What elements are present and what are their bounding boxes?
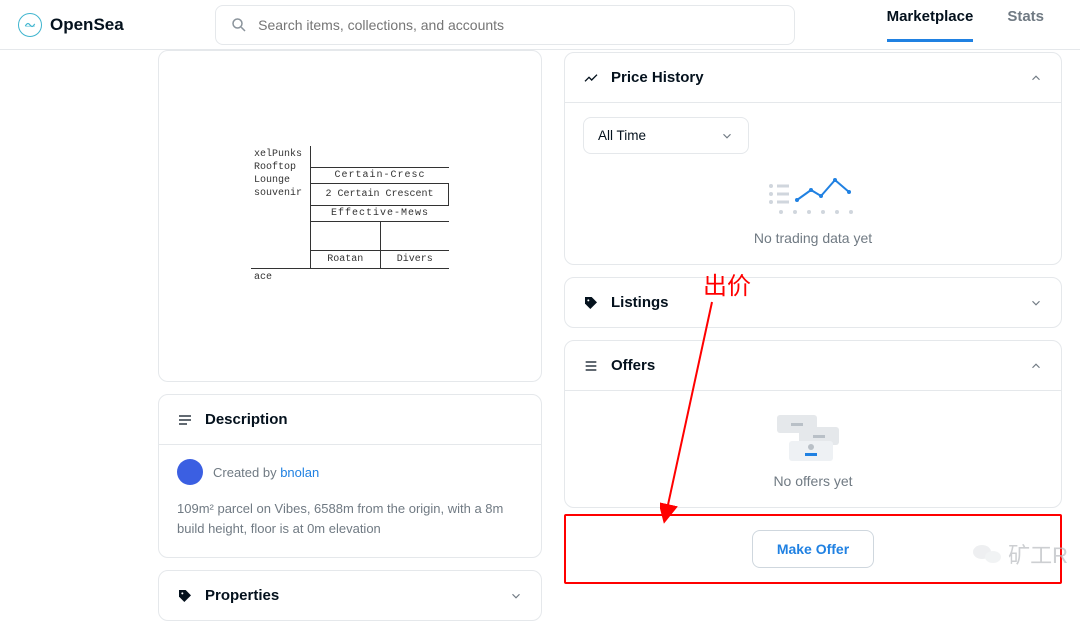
chevron-down-icon	[1029, 296, 1043, 310]
preview-text: Effective-Mews	[311, 205, 449, 222]
wechat-icon	[972, 543, 1002, 565]
nav-marketplace[interactable]: Marketplace	[887, 8, 974, 42]
brand-logo[interactable]: OpenSea	[18, 13, 124, 37]
watermark: 矿工R	[972, 538, 1068, 570]
empty-chart-icon	[763, 170, 863, 216]
description-icon	[177, 412, 193, 428]
nft-parcel-preview: xelPunks Rooftop Lounge souvenir Certain…	[251, 146, 449, 286]
offers-body: No offers yet	[565, 390, 1061, 507]
listings-card: Listings	[564, 277, 1062, 328]
preview-text: ace	[251, 268, 449, 286]
time-filter-select[interactable]: All Time	[583, 117, 749, 154]
description-body: Created by bnolan 109m² parcel on Vibes,…	[159, 444, 541, 557]
preview-text: 2 Certain Crescent	[311, 184, 449, 205]
search-box[interactable]	[215, 5, 795, 45]
chevron-down-icon	[509, 589, 523, 603]
listings-title: Listings	[611, 294, 669, 311]
offers-card: Offers No offers yet	[564, 340, 1062, 508]
watermark-text: 矿工R	[1008, 538, 1068, 570]
make-offer-button[interactable]: Make Offer	[752, 530, 874, 568]
description-title: Description	[205, 411, 288, 428]
creator-avatar[interactable]	[177, 459, 203, 485]
annotation-label: 出价	[703, 266, 751, 301]
search-icon	[230, 16, 248, 34]
main-content: xelPunks Rooftop Lounge souvenir Certain…	[0, 50, 1080, 621]
time-filter-value: All Time	[598, 128, 646, 143]
offers-empty: No offers yet	[583, 473, 1043, 489]
top-nav: Marketplace Stats	[887, 8, 1044, 42]
empty-offers-icon	[771, 413, 855, 463]
price-history-body: All Time No trading data yet	[565, 102, 1061, 264]
nft-image-card: xelPunks Rooftop Lounge souvenir Certain…	[158, 50, 542, 382]
list-icon	[583, 358, 599, 374]
preview-text: Certain-Cresc	[311, 168, 449, 184]
opensea-logo-icon	[18, 13, 42, 37]
app-header: OpenSea Marketplace Stats	[0, 0, 1080, 50]
properties-header[interactable]: Properties	[159, 571, 541, 620]
listings-header[interactable]: Listings	[565, 278, 1061, 327]
creator-row: Created by bnolan	[177, 459, 523, 485]
price-history-card: Price History All Time No trading dat	[564, 52, 1062, 265]
properties-card: Properties	[158, 570, 542, 621]
description-header[interactable]: Description	[159, 395, 541, 444]
preview-text: xelPunks	[254, 148, 307, 161]
search-wrap	[124, 5, 887, 45]
description-card: Description Created by bnolan 109m² parc…	[158, 394, 542, 558]
chart-icon	[583, 70, 599, 86]
offers-header[interactable]: Offers	[565, 341, 1061, 390]
properties-title: Properties	[205, 587, 279, 604]
preview-text: souvenir	[254, 187, 307, 200]
created-by-label: Created by	[213, 465, 280, 480]
price-history-header[interactable]: Price History	[565, 53, 1061, 102]
creator-link[interactable]: bnolan	[280, 465, 319, 480]
left-column: xelPunks Rooftop Lounge souvenir Certain…	[158, 50, 542, 621]
search-input[interactable]	[258, 17, 780, 33]
brand-name: OpenSea	[50, 15, 124, 35]
preview-text: Roatan	[311, 251, 381, 268]
price-tag-icon	[583, 295, 599, 311]
preview-text: Lounge	[254, 174, 307, 187]
description-text: 109m² parcel on Vibes, 6588m from the or…	[177, 499, 523, 539]
nav-stats[interactable]: Stats	[1007, 8, 1044, 42]
preview-text: Rooftop	[254, 161, 307, 174]
price-history-empty: No trading data yet	[583, 230, 1043, 246]
tag-icon	[177, 588, 193, 604]
price-history-title: Price History	[611, 69, 704, 86]
preview-text: Divers	[381, 251, 450, 268]
creator-text: Created by bnolan	[213, 465, 319, 480]
chevron-up-icon	[1029, 71, 1043, 85]
chevron-up-icon	[1029, 359, 1043, 373]
right-column: Price History All Time No trading dat	[564, 50, 1062, 621]
offers-title: Offers	[611, 357, 655, 374]
